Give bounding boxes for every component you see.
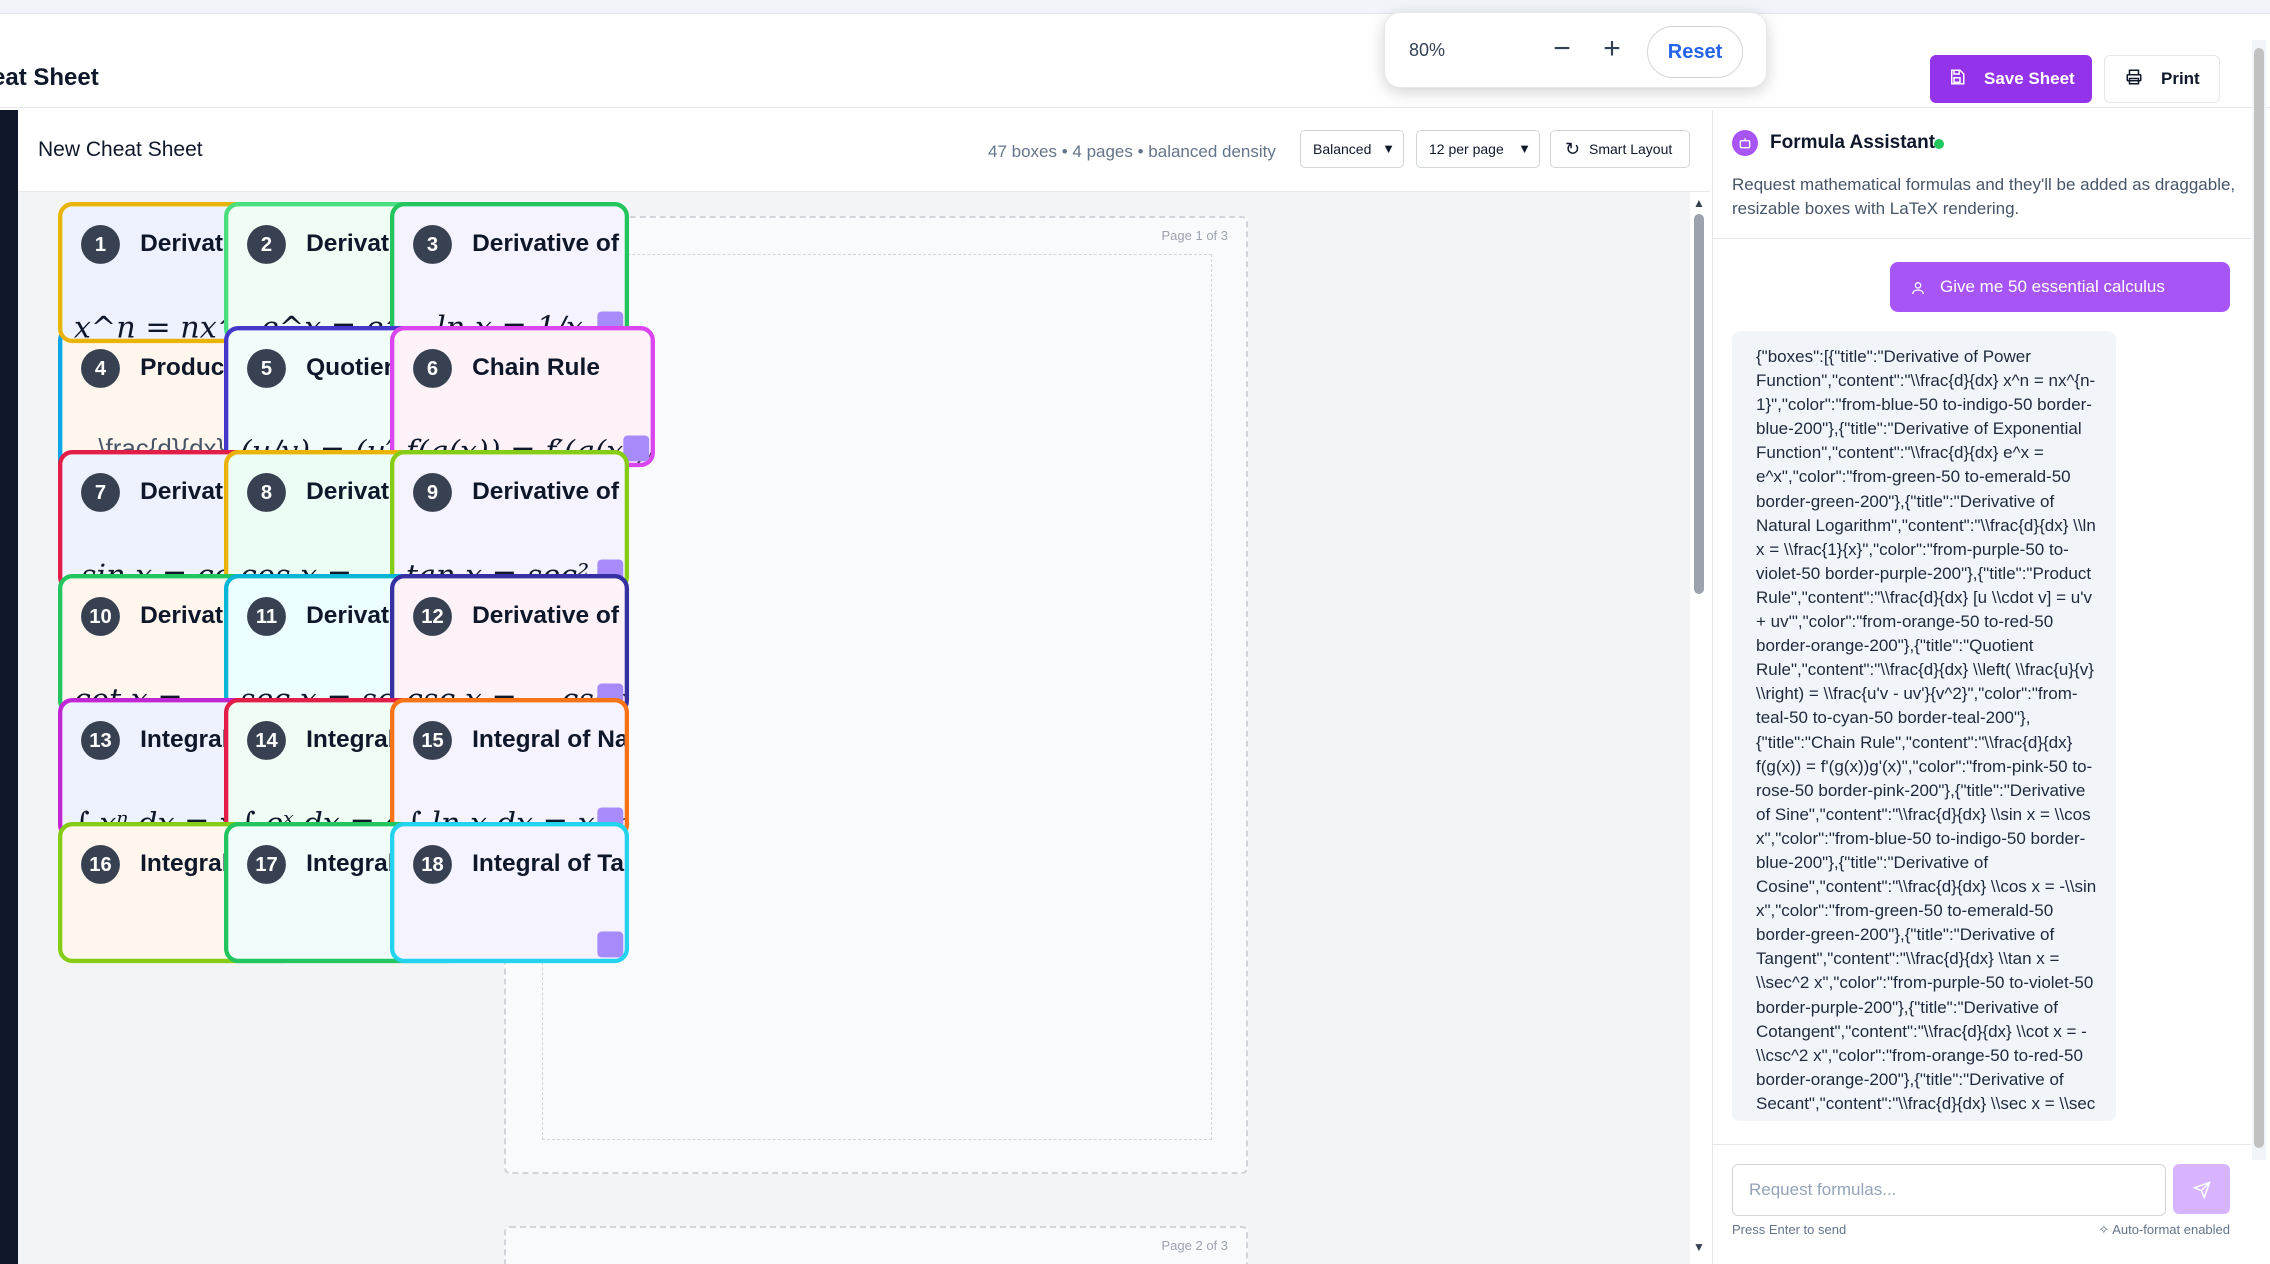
card-title: Chain Rule xyxy=(472,353,600,381)
card-number: 13 xyxy=(81,721,120,760)
canvas-scrollbar[interactable]: ▲ ▼ xyxy=(1690,192,1708,1264)
card-number: 9 xyxy=(413,473,452,512)
formula-card[interactable]: 18 Integral of Tangent xyxy=(390,822,630,964)
sheet-stats: 47 boxes • 4 pages • balanced density xyxy=(988,142,1276,161)
scroll-down-arrow-icon[interactable]: ▼ xyxy=(1693,1240,1705,1254)
card-title: Derivative of Natural Logarithm xyxy=(472,229,625,257)
sheet-title: New Cheat Sheet xyxy=(38,138,203,161)
sheet-canvas[interactable]: Page 1 of 3 Page 2 of 3 1Derivative of P… xyxy=(18,192,1693,1264)
zoom-reset-button[interactable]: Reset xyxy=(1647,26,1743,78)
print-label: Print xyxy=(2161,69,2200,88)
browser-top-strip xyxy=(0,0,2270,14)
card-number: 1 xyxy=(81,225,120,264)
online-status-dot xyxy=(1934,139,1944,149)
left-sidebar-edge xyxy=(0,110,18,1264)
app-header: eat Sheet Save Sheet Print xyxy=(0,14,2270,108)
printer-icon xyxy=(2125,68,2143,91)
smart-layout-label: Smart Layout xyxy=(1589,141,1673,157)
per-page-select-value: 12 per page xyxy=(1429,141,1504,157)
formula-card[interactable]: 15Integral of Natural Logarithm∫ ln x dx… xyxy=(390,698,630,840)
card-number: 2 xyxy=(247,225,286,264)
card-number: 10 xyxy=(81,597,120,636)
card-number: 12 xyxy=(413,597,452,636)
card-number: 5 xyxy=(247,349,286,388)
app-title: eat Sheet xyxy=(0,64,99,91)
chevron-down-icon: ▼ xyxy=(1382,141,1395,156)
chevron-down-icon: ▼ xyxy=(1518,141,1531,156)
page-2: Page 2 of 3 xyxy=(504,1226,1248,1264)
formula-card[interactable]: 12Derivative of Cosecantcsc x = − csc x … xyxy=(390,574,630,716)
refresh-icon: ↻ xyxy=(1565,139,1581,159)
zoom-out-button[interactable]: − xyxy=(1545,33,1579,67)
card-number: 11 xyxy=(247,597,286,636)
formula-card[interactable]: 3Derivative of Natural Logarithmln x = 1… xyxy=(390,202,630,344)
density-select[interactable]: Balanced ▼ xyxy=(1300,130,1404,168)
assistant-message: {"boxes":[{"title":"Derivative of Power … xyxy=(1732,331,2116,1121)
enter-hint: Press Enter to send xyxy=(1732,1222,1847,1237)
sparkle-icon: ✧ xyxy=(2098,1222,2113,1237)
zoom-popover: 80% − + Reset xyxy=(1384,12,1767,88)
zoom-level: 80% xyxy=(1409,40,1446,60)
scroll-up-arrow-icon[interactable]: ▲ xyxy=(1693,196,1705,210)
smart-layout-button[interactable]: ↻ Smart Layout xyxy=(1550,130,1690,168)
auto-format-status: ✧ Auto-format enabled xyxy=(2098,1222,2230,1238)
user-message: Give me 50 essential calculus formulas xyxy=(1890,262,2230,346)
card-number: 16 xyxy=(81,845,120,884)
resize-handle-icon[interactable] xyxy=(597,931,624,958)
print-button[interactable]: Print xyxy=(2104,55,2220,103)
card-number: 3 xyxy=(413,225,452,264)
card-number: 8 xyxy=(247,473,286,512)
page-2-label: Page 2 of 3 xyxy=(1161,1238,1229,1253)
card-number: 7 xyxy=(81,473,120,512)
formula-card[interactable]: 9Derivative of Tangenttan x = sec² x xyxy=(390,450,630,592)
card-title: Derivative of Cosecant xyxy=(472,601,625,629)
formula-request-input[interactable]: Request formulas... xyxy=(1732,1164,2166,1216)
card-title: Integral of Tangent xyxy=(472,849,625,877)
save-sheet-button[interactable]: Save Sheet xyxy=(1930,55,2092,103)
card-number: 6 xyxy=(413,349,452,388)
auto-format-label: Auto-format enabled xyxy=(2112,1222,2230,1237)
assistant-description: Request mathematical formulas and they'l… xyxy=(1732,175,2236,218)
card-title: Integral of Natural Logarithm xyxy=(472,725,625,753)
formula-card[interactable]: 6Chain Rulef(g(x)) = f′(g(x))g′ xyxy=(390,326,655,468)
divider xyxy=(1713,1144,2251,1145)
card-number: 17 xyxy=(247,845,286,884)
send-icon xyxy=(2191,1178,2211,1200)
density-select-value: Balanced xyxy=(1313,141,1372,157)
card-title: Derivative of Tangent xyxy=(472,477,625,505)
save-icon xyxy=(1948,68,1966,91)
divider xyxy=(1713,238,2251,239)
formula-assistant-panel: Formula Assistant Request mathematical f… xyxy=(1712,110,2251,1264)
window-scrollbar-thumb[interactable] xyxy=(2254,48,2264,1148)
card-number: 15 xyxy=(413,721,452,760)
card-number: 4 xyxy=(81,349,120,388)
card-number: 14 xyxy=(247,721,286,760)
zoom-in-button[interactable]: + xyxy=(1595,33,1629,67)
canvas-scrollbar-thumb[interactable] xyxy=(1694,214,1704,594)
bot-icon xyxy=(1732,130,1758,156)
page-1-label: Page 1 of 3 xyxy=(1161,228,1229,243)
card-number: 18 xyxy=(413,845,452,884)
save-sheet-label: Save Sheet xyxy=(1984,69,2075,88)
per-page-select[interactable]: 12 per page ▼ xyxy=(1416,130,1540,168)
send-button[interactable] xyxy=(2173,1164,2230,1214)
assistant-title: Formula Assistant xyxy=(1770,132,1936,153)
user-icon xyxy=(1910,262,1926,312)
sheet-toolbar: New Cheat Sheet 47 boxes • 4 pages • bal… xyxy=(18,110,1710,192)
